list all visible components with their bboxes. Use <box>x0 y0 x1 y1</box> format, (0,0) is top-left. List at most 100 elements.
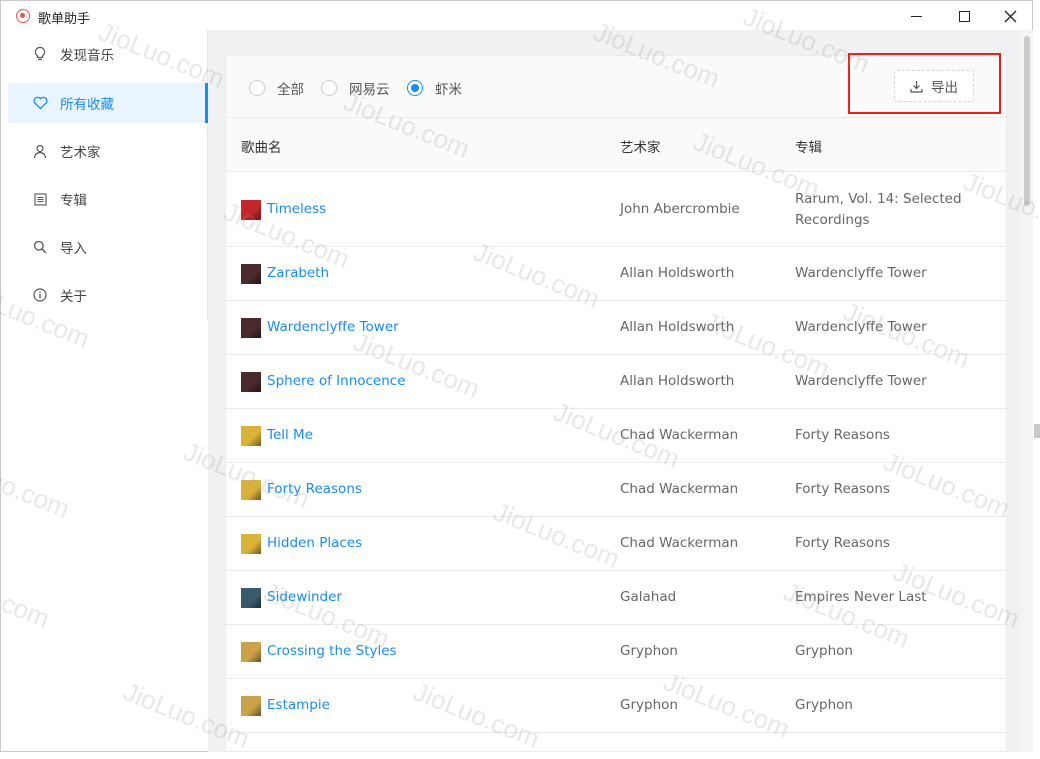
column-header-song[interactable]: 歌曲名 <box>241 136 282 156</box>
album-cell: Forty Reasons <box>795 535 890 551</box>
column-header-artist[interactable]: 艺术家 <box>620 136 661 156</box>
radio-dot[interactable] <box>321 80 337 96</box>
sidebar-item-label: 所有收藏 <box>60 97 114 113</box>
minimize-button[interactable] <box>893 1 939 31</box>
maximize-icon <box>958 10 970 22</box>
artist-cell: Chad Wackerman <box>620 481 739 497</box>
sidebar-item-label: 导入 <box>60 241 87 257</box>
radio-dot[interactable] <box>249 80 265 96</box>
table-row[interactable]: Tell Me Chad Wackerman Forty Reasons <box>226 409 1006 463</box>
album-cover-thumbnail <box>241 426 261 446</box>
song-title-link[interactable]: Tell Me <box>267 427 313 443</box>
song-title-link[interactable]: Crossing the Styles <box>267 643 397 659</box>
album-cover-thumbnail <box>241 696 261 716</box>
table-row[interactable]: Crossing the Styles Gryphon Gryphon <box>226 625 1006 679</box>
album-cover-thumbnail <box>241 372 261 392</box>
table-row[interactable]: Forty Reasons Chad Wackerman Forty Reasons <box>226 463 1006 517</box>
info-icon <box>32 287 48 303</box>
close-button[interactable] <box>987 1 1032 31</box>
song-title-link[interactable]: Hidden Places <box>267 535 362 551</box>
song-title-link[interactable]: Timeless <box>267 201 326 217</box>
song-title-link[interactable]: Wardenclyffe Tower <box>267 319 399 335</box>
table-row[interactable]: Sphere of Innocence Allan Holdsworth Warde… <box>226 355 1006 409</box>
filter-radio-all[interactable]: 全部 <box>249 78 304 98</box>
album-cover-thumbnail <box>241 642 261 662</box>
artist-cell: Allan Holdsworth <box>620 319 735 335</box>
sidebar-item-label: 关于 <box>60 289 87 305</box>
song-table-body: Timeless John Abercrombie Rarum, Vol. 14: … <box>226 172 1006 733</box>
album-icon <box>32 191 48 207</box>
app-logo-icon <box>16 9 30 23</box>
table-row[interactable]: Timeless John Abercrombie Rarum, Vol. 14: … <box>226 172 1006 247</box>
table-row[interactable]: Wardenclyffe Tower Allan Holdsworth Warden… <box>226 301 1006 355</box>
artist-cell: Galahad <box>620 589 677 605</box>
album-cell: Forty Reasons <box>795 481 890 497</box>
filter-radio-xiami[interactable]: 虾米 <box>407 78 462 98</box>
artist-cell: Allan Holdsworth <box>620 265 735 281</box>
radio-label: 虾米 <box>435 82 462 98</box>
song-title-link[interactable]: Estampie <box>267 697 330 713</box>
column-header-album[interactable]: 专辑 <box>795 136 822 156</box>
album-cell: Wardenclyffe Tower <box>795 319 927 335</box>
sidebar-item-favorites[interactable]: 所有收藏 <box>8 83 208 123</box>
artist-cell: Allan Holdsworth <box>620 373 735 389</box>
album-cover-thumbnail <box>241 480 261 500</box>
sidebar-item-about[interactable]: 关于 <box>8 275 208 315</box>
album-cell: Gryphon <box>795 643 853 659</box>
radio-dot[interactable] <box>407 80 423 96</box>
album-cell: Forty Reasons <box>795 427 890 443</box>
filter-toolbar: 全部 网易云 虾米 导出 <box>226 56 1006 118</box>
sidebar-item-label: 专辑 <box>60 193 87 209</box>
close-icon <box>1004 10 1016 22</box>
sidebar-item-albums[interactable]: 专辑 <box>8 179 208 219</box>
album-cell: Rarum, Vol. 14: Selected Recordings <box>795 191 962 228</box>
sidebar-item-artists[interactable]: 艺术家 <box>8 131 208 171</box>
export-button[interactable]: 导出 <box>894 70 974 102</box>
vertical-scrollbar[interactable] <box>1021 30 1033 752</box>
radio-label: 全部 <box>277 82 304 98</box>
song-title-link[interactable]: Forty Reasons <box>267 481 362 497</box>
sidebar-item-label: 艺术家 <box>60 145 101 161</box>
sidebar-item-discover[interactable]: 发现音乐 <box>8 34 208 74</box>
album-cell: Gryphon <box>795 697 853 713</box>
album-cell: Empires Never Last <box>795 589 927 605</box>
background-window-edge <box>1034 372 1040 440</box>
artist-cell: Chad Wackerman <box>620 427 739 443</box>
album-cover-thumbnail <box>241 588 261 608</box>
favorites-panel: 全部 网易云 虾米 导出 歌曲名 艺术家 专辑 Timeless John Abe… <box>225 55 1007 752</box>
search-icon <box>32 239 48 255</box>
minimize-icon <box>910 15 922 17</box>
album-cover-thumbnail <box>241 200 261 220</box>
sidebar-item-label: 发现音乐 <box>60 48 114 64</box>
table-row[interactable]: Estampie Gryphon Gryphon <box>226 679 1006 733</box>
album-cover-thumbnail <box>241 264 261 284</box>
table-row[interactable]: Hidden Places Chad Wackerman Forty Reasons <box>226 517 1006 571</box>
song-title-link[interactable]: Zarabeth <box>267 265 329 281</box>
download-icon <box>910 80 923 93</box>
album-cell: Wardenclyffe Tower <box>795 373 927 389</box>
song-title-link[interactable]: Sidewinder <box>267 589 342 605</box>
artist-cell: Gryphon <box>620 697 678 713</box>
app-title: 歌单助手 <box>38 12 91 27</box>
artist-cell: John Abercrombie <box>620 201 740 217</box>
table-row[interactable]: Sidewinder Galahad Empires Never Last <box>226 571 1006 625</box>
table-row[interactable]: Zarabeth Allan Holdsworth Wardenclyffe Tow… <box>226 247 1006 301</box>
album-cover-thumbnail <box>241 534 261 554</box>
heart-icon <box>32 95 48 111</box>
title-bar: 歌单助手 <box>1 1 1032 31</box>
sidebar: 发现音乐 所有收藏 艺术家 专辑 导入 关于 <box>8 30 208 320</box>
bulb-icon <box>32 46 48 62</box>
artist-cell: Chad Wackerman <box>620 535 739 551</box>
maximize-button[interactable] <box>941 1 987 31</box>
album-cover-thumbnail <box>241 318 261 338</box>
artist-cell: Gryphon <box>620 643 678 659</box>
export-label: 导出 <box>931 80 958 96</box>
album-cell: Wardenclyffe Tower <box>795 265 927 281</box>
scrollbar-thumb[interactable] <box>1024 36 1030 206</box>
table-header: 歌曲名 艺术家 专辑 <box>226 118 1006 172</box>
background-scroll-thumb <box>1034 424 1040 438</box>
filter-radio-netease[interactable]: 网易云 <box>321 78 390 98</box>
song-title-link[interactable]: Sphere of Innocence <box>267 373 406 389</box>
radio-label: 网易云 <box>349 82 390 98</box>
sidebar-item-import[interactable]: 导入 <box>8 227 208 267</box>
